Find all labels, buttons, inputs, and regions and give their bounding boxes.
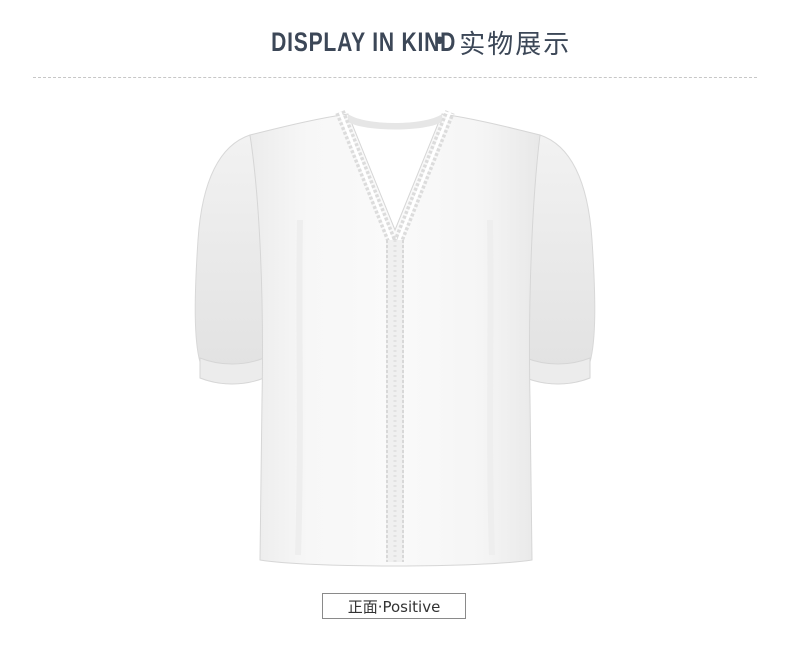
section-title-chinese: 实物展示 bbox=[459, 29, 572, 60]
section-title-english: DISPLAY IN KIND bbox=[270, 26, 456, 57]
dashed-divider bbox=[33, 77, 757, 78]
blouse-illustration bbox=[194, 110, 596, 567]
section-header: DISPLAY IN KIND • 实物展示 bbox=[0, 22, 790, 62]
product-image bbox=[180, 100, 610, 570]
view-caption: 正面·Positive bbox=[322, 593, 466, 619]
